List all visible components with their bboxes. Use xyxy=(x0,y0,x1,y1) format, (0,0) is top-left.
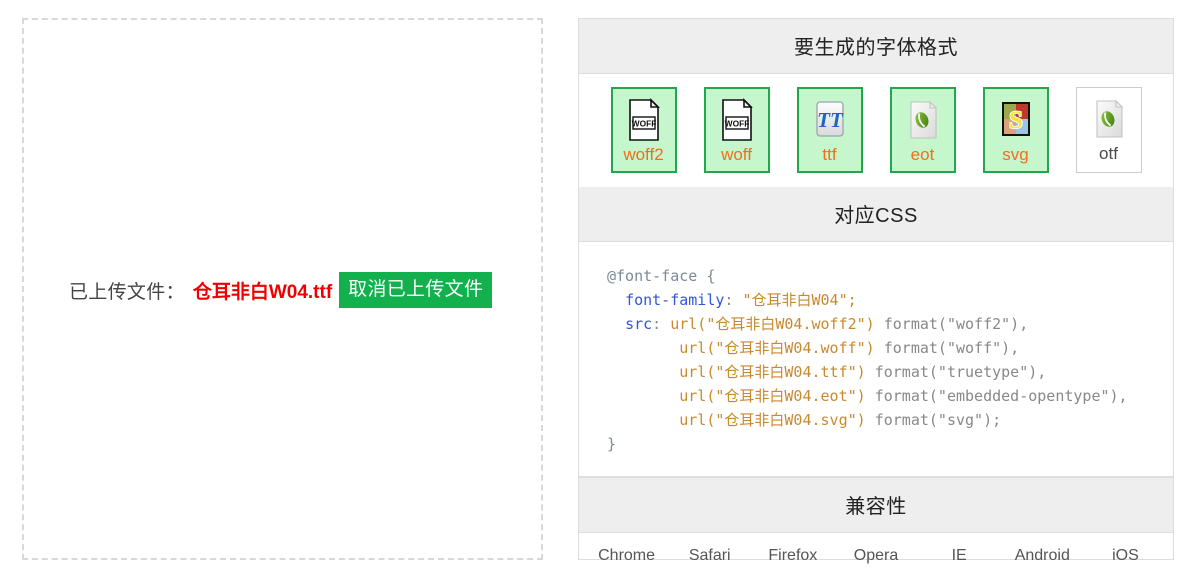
svg-text:WOFF: WOFF xyxy=(724,118,749,128)
compat-browser-name: Safari xyxy=(688,547,731,564)
compat-browser-version: 2.2+ xyxy=(1001,569,1084,574)
upload-dropzone[interactable]: 已上传文件： 仓耳非白W04.ttf 取消已上传文件 xyxy=(22,18,543,560)
uploaded-file-row: 已上传文件： 仓耳非白W04.ttf 取消已上传文件 xyxy=(69,272,493,308)
svg-text:S: S xyxy=(1009,107,1023,134)
compat-browser-version: 10.1+ xyxy=(834,569,917,574)
css-src-url-2: url("仓耳非白W04.ttf") xyxy=(679,363,875,381)
compatibility-table: Chrome 3.5+ Safari 3+ Firefox 3.5+ Opera… xyxy=(579,533,1173,574)
format-label: woff2 xyxy=(623,145,664,164)
compat-browser-version: 3.1+ xyxy=(1084,569,1167,574)
css-src-format-2: format("truetype"), xyxy=(874,363,1047,381)
css-close-brace: } xyxy=(607,435,617,453)
formats-section-header: 要生成的字体格式 xyxy=(579,19,1173,74)
format-card-woff[interactable]: WOFF woff xyxy=(703,87,770,173)
format-card-woff2[interactable]: WOFF woff2 xyxy=(610,87,677,173)
format-card-svg[interactable]: S svg xyxy=(982,87,1049,173)
format-card-list: WOFF woff2 WOFF woff TT ttf eot S svg ot… xyxy=(579,74,1173,187)
compat-browser-name: IE xyxy=(951,547,967,564)
compat-column-ios: iOS 3.1+ xyxy=(1084,543,1167,574)
format-label: otf xyxy=(1099,144,1118,163)
svg-text:WOFF: WOFF xyxy=(631,118,656,128)
css-src-format-4: format("svg"); xyxy=(874,411,1002,429)
compat-column-chrome: Chrome 3.5+ xyxy=(585,543,668,574)
css-src-format-0: format("woff2"), xyxy=(883,315,1029,333)
compat-browser-version: 3+ xyxy=(668,569,751,574)
compat-browser-name: Chrome xyxy=(598,547,656,564)
compat-browser-name: Firefox xyxy=(768,547,818,564)
css-atrule: @font-face { xyxy=(607,267,716,285)
format-label: svg xyxy=(1002,145,1029,164)
css-font-family-value: "仓耳非白W04"; xyxy=(742,291,857,309)
result-panel: 要生成的字体格式 WOFF woff2 WOFF woff TT ttf eot… xyxy=(578,18,1174,574)
compat-column-ie: IE 6+ xyxy=(918,543,1001,574)
css-code-block: @font-face { font-family: "仓耳非白W04"; src… xyxy=(579,242,1173,477)
svg-file-icon: S xyxy=(996,98,1036,142)
woff-file-icon: WOFF xyxy=(624,98,664,142)
compat-column-android: Android 2.2+ xyxy=(1001,543,1084,574)
compat-browser-version: 3.5+ xyxy=(585,569,668,574)
truetype-font-icon: TT xyxy=(810,98,850,142)
format-label: woff xyxy=(721,145,752,164)
woff-file-icon: WOFF xyxy=(717,98,757,142)
compatibility-section-header: 兼容性 xyxy=(579,477,1173,533)
compat-column-firefox: Firefox 3.5+ xyxy=(751,543,834,574)
opentype-file-icon xyxy=(903,98,943,142)
css-src-url-4: url("仓耳非白W04.svg") xyxy=(679,411,875,429)
format-card-eot[interactable]: eot xyxy=(889,87,956,173)
uploaded-file-label: 已上传文件： xyxy=(69,281,185,303)
format-card-ttf[interactable]: TT ttf xyxy=(796,87,863,173)
css-src-format-1: format("woff"), xyxy=(883,339,1020,357)
compat-browser-name: iOS xyxy=(1112,547,1139,564)
format-label: eot xyxy=(910,145,935,164)
page-root: 已上传文件： 仓耳非白W04.ttf 取消已上传文件 要生成的字体格式 WOFF… xyxy=(0,0,1196,574)
compat-column-opera: Opera 10.1+ xyxy=(834,543,917,574)
css-src-url-0: url("仓耳非白W04.woff2") xyxy=(670,315,884,333)
uploaded-file-name: 仓耳非白W04.ttf xyxy=(192,281,333,303)
compat-browser-version: 6+ xyxy=(918,569,1001,574)
css-section-header: 对应CSS xyxy=(579,187,1173,242)
compat-browser-version: 3.5+ xyxy=(751,569,834,574)
opentype-file-icon xyxy=(1089,97,1129,141)
css-src-url-3: url("仓耳非白W04.eot") xyxy=(679,387,875,405)
css-property-src: src xyxy=(625,315,653,333)
cancel-upload-button[interactable]: 取消已上传文件 xyxy=(339,272,493,308)
format-label: ttf xyxy=(822,145,837,164)
format-card-otf[interactable]: otf xyxy=(1075,87,1142,173)
css-property-font-family: font-family xyxy=(625,291,725,309)
compat-column-safari: Safari 3+ xyxy=(668,543,751,574)
svg-text:TT: TT xyxy=(817,108,844,132)
compat-browser-name: Opera xyxy=(853,547,899,564)
compat-browser-name: Android xyxy=(1014,547,1070,564)
css-src-url-1: url("仓耳非白W04.woff") xyxy=(679,339,884,357)
css-src-format-3: format("embedded-opentype"), xyxy=(874,387,1128,405)
